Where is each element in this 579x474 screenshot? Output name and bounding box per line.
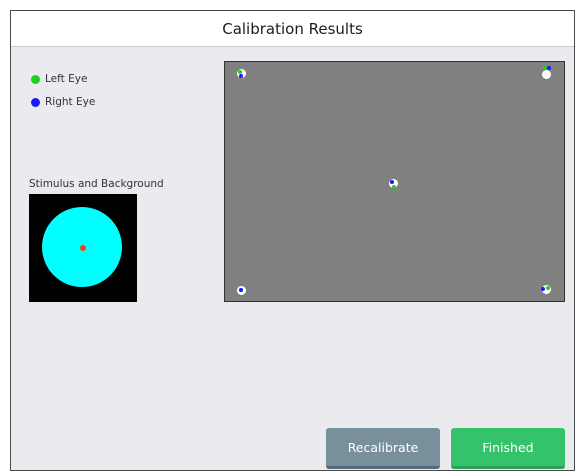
window-title: Calibration Results [222,19,363,38]
legend-left-eye-label: Left Eye [45,73,88,85]
right-eye-gaze-bottom-right [541,287,545,291]
recalibrate-button[interactable]: Recalibrate [326,428,440,469]
left-eye-gaze-bottom-right [546,286,550,290]
right-eye-gaze-bottom-left [239,288,243,292]
legend-left-eye: Left Eye [31,73,87,85]
finished-button[interactable]: Finished [451,428,565,469]
title-bar: Calibration Results [11,11,574,47]
fixation-dot [80,245,86,251]
right-eye-gaze-center [390,180,394,184]
calibration-target-top-right [541,69,551,79]
legend-right-eye: Right Eye [31,96,95,108]
calibration-plot [224,61,565,302]
left-eye-gaze-center [392,185,396,189]
right-eye-gaze-top-right [547,66,551,70]
left-eye-color-dot [31,74,40,84]
stimulus-preview [29,194,137,302]
legend-right-eye-label: Right Eye [45,96,96,108]
stimulus-label: Stimulus and Background [29,178,164,190]
right-eye-gaze-top-left [239,74,243,78]
right-eye-color-dot [31,97,40,107]
calibration-results-window: Calibration Results Left Eye Right Eye S… [10,10,575,471]
